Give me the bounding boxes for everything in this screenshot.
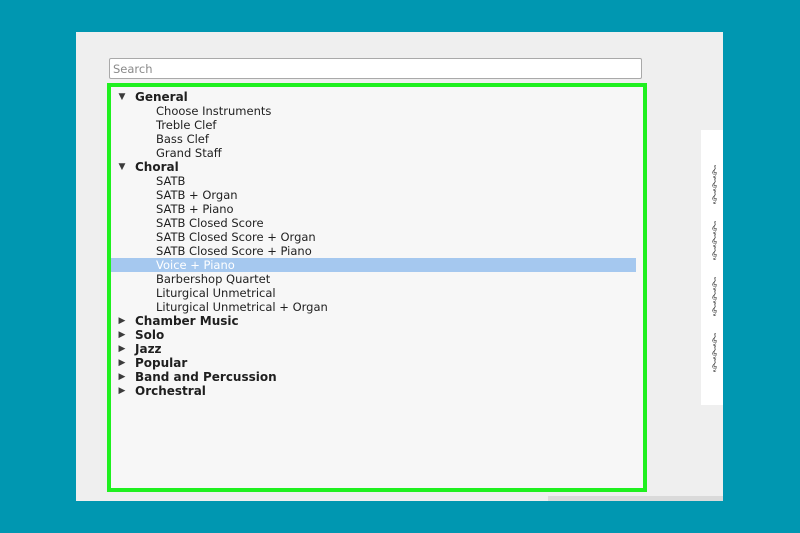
category-popular[interactable]: ▶ Popular xyxy=(111,356,643,370)
template-item-label: SATB Closed Score + Organ xyxy=(156,230,316,244)
template-item-label: Liturgical Unmetrical xyxy=(156,286,276,300)
treble-clef-icon: 𝄞 xyxy=(711,178,718,191)
category-label: Popular xyxy=(135,356,188,370)
template-item-label: Barbershop Quartet xyxy=(156,272,271,286)
triangle-right-icon[interactable]: ▶ xyxy=(116,328,128,342)
template-item-label: Grand Staff xyxy=(156,146,222,160)
triangle-right-icon[interactable]: ▶ xyxy=(116,370,128,384)
template-item-label: SATB + Organ xyxy=(156,188,238,202)
template-item-label: Bass Clef xyxy=(156,132,209,146)
category-choral[interactable]: ▼ Choral xyxy=(111,160,643,174)
template-item-selected[interactable]: Voice + Piano xyxy=(111,258,636,272)
template-item[interactable]: Grand Staff xyxy=(111,146,643,160)
treble-clef-icon: 𝄞 xyxy=(711,303,718,316)
treble-clef-icon: 𝄞 xyxy=(711,191,718,204)
template-item[interactable]: Liturgical Unmetrical + Organ xyxy=(111,300,643,314)
triangle-right-icon[interactable]: ▶ xyxy=(116,342,128,356)
search-input[interactable] xyxy=(109,58,642,79)
treble-clef-icon: 𝄞 xyxy=(711,346,718,359)
template-item-label: SATB + Piano xyxy=(156,202,234,216)
template-item[interactable]: Treble Clef xyxy=(111,118,643,132)
category-orchestral[interactable]: ▶ Orchestral xyxy=(111,384,643,398)
template-item-label: SATB Closed Score xyxy=(156,216,264,230)
triangle-down-icon[interactable]: ▼ xyxy=(116,160,128,174)
category-jazz[interactable]: ▶ Jazz xyxy=(111,342,643,356)
template-item[interactable]: Liturgical Unmetrical xyxy=(111,286,643,300)
category-chamber-music[interactable]: ▶ Chamber Music xyxy=(111,314,643,328)
treble-clef-icon: 𝄞 xyxy=(711,290,718,303)
template-item[interactable]: SATB Closed Score + Organ xyxy=(111,230,643,244)
triangle-down-icon[interactable]: ▼ xyxy=(116,90,128,104)
category-solo[interactable]: ▶ Solo xyxy=(111,328,643,342)
triangle-right-icon[interactable]: ▶ xyxy=(116,314,128,328)
template-item-label: SATB Closed Score + Piano xyxy=(156,244,312,258)
treble-clef-icon: 𝄞 xyxy=(711,221,718,234)
template-item[interactable]: Choose Instruments xyxy=(111,104,643,118)
template-item[interactable]: SATB + Piano xyxy=(111,202,643,216)
template-item-label: SATB xyxy=(156,174,186,188)
category-general[interactable]: ▼ General xyxy=(111,90,643,104)
template-item-label: Choose Instruments xyxy=(156,104,272,118)
treble-clef-icon: 𝄞 xyxy=(711,333,718,346)
template-tree[interactable]: ▼ General Choose Instruments Treble Clef Bas… xyxy=(107,83,647,492)
category-label: Orchestral xyxy=(135,384,206,398)
treble-clef-icon: 𝄞 xyxy=(711,359,718,372)
category-label: Band and Percussion xyxy=(135,370,277,384)
triangle-right-icon[interactable]: ▶ xyxy=(116,384,128,398)
category-label: Solo xyxy=(135,328,165,342)
template-item[interactable]: SATB xyxy=(111,174,643,188)
treble-clef-icon: 𝄞 xyxy=(711,277,718,290)
template-tree-list: ▼ General Choose Instruments Treble Clef Bas… xyxy=(111,90,643,398)
template-item[interactable]: SATB Closed Score + Piano xyxy=(111,244,643,258)
template-item-label: Voice + Piano xyxy=(156,258,235,272)
bottom-button-edge xyxy=(548,496,723,501)
category-label: Jazz xyxy=(135,342,162,356)
template-item[interactable]: SATB Closed Score xyxy=(111,216,643,230)
treble-clef-icon: 𝄞 xyxy=(711,234,718,247)
category-label: Choral xyxy=(135,160,179,174)
template-item[interactable]: Bass Clef xyxy=(111,132,643,146)
template-item-label: Liturgical Unmetrical + Organ xyxy=(156,300,328,314)
triangle-right-icon[interactable]: ▶ xyxy=(116,356,128,370)
category-band-and-percussion[interactable]: ▶ Band and Percussion xyxy=(111,370,643,384)
template-item[interactable]: SATB + Organ xyxy=(111,188,643,202)
category-label: General xyxy=(135,90,188,104)
score-preview: 𝄞 𝄞 𝄞 𝄞 𝄞 𝄞 𝄞 𝄞 𝄞 𝄞 𝄞 𝄞 xyxy=(701,130,723,405)
treble-clef-icon: 𝄞 xyxy=(711,247,718,260)
category-label: Chamber Music xyxy=(135,314,239,328)
template-item-label: Treble Clef xyxy=(156,118,217,132)
template-item[interactable]: Barbershop Quartet xyxy=(111,272,643,286)
treble-clef-icon: 𝄞 xyxy=(711,165,718,178)
